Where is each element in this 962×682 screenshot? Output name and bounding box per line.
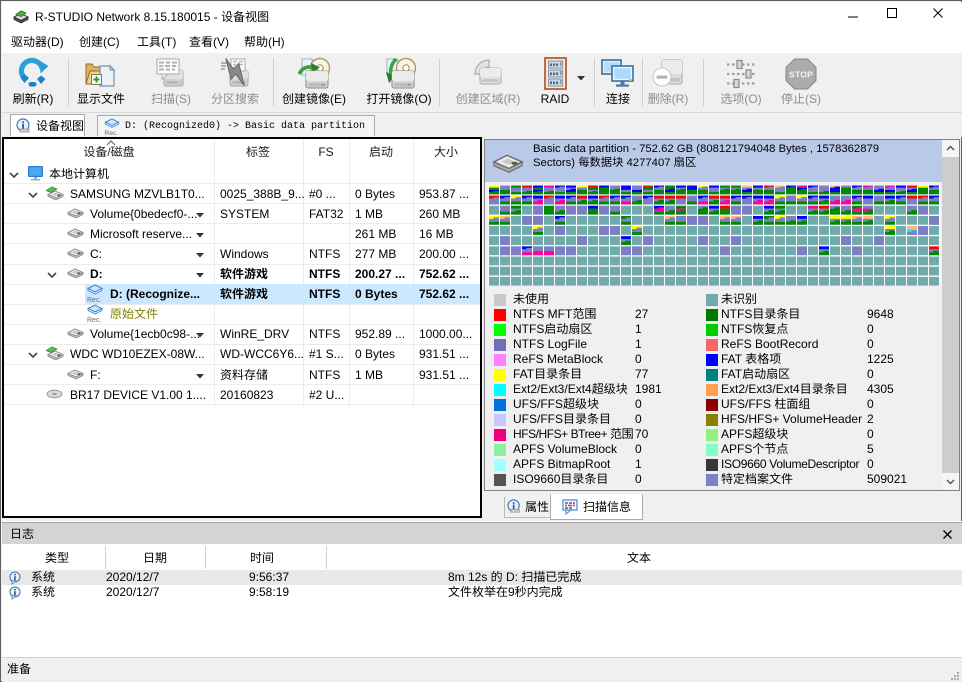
svg-text:Rec.: Rec. [87,317,101,324]
svg-text:Rec.: Rec. [104,130,118,136]
svg-text:STOP: STOP [789,70,813,80]
